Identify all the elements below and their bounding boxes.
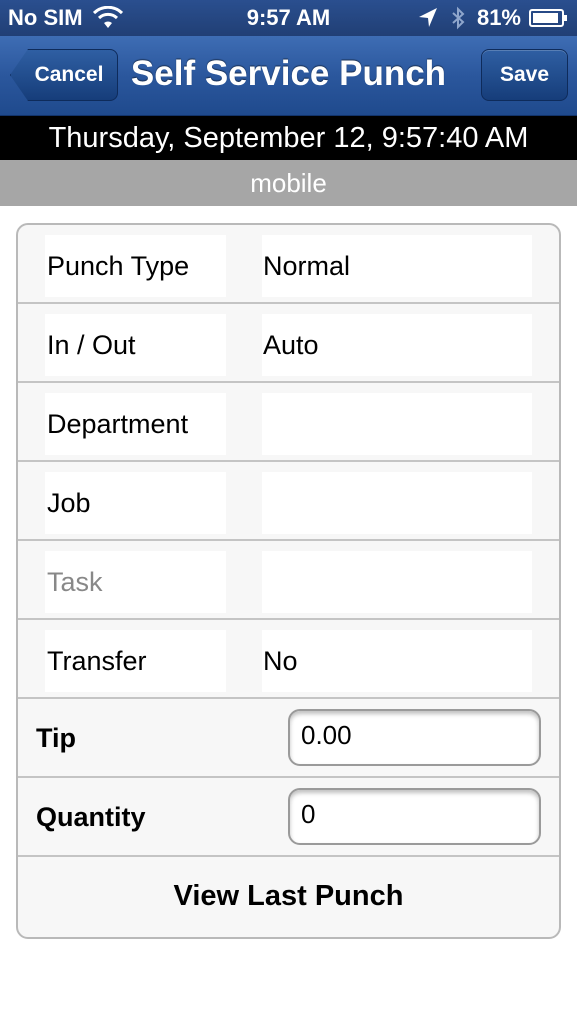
status-right: 81%	[417, 5, 569, 31]
quantity-label: Quantity	[36, 802, 146, 832]
in-out-value[interactable]: Auto	[262, 314, 532, 376]
save-button[interactable]: Save	[481, 49, 568, 101]
task-row: Task	[18, 541, 559, 620]
tip-row: Tip 0.00	[18, 699, 559, 778]
department-value[interactable]	[262, 393, 532, 455]
in-out-row[interactable]: In / Out Auto	[18, 304, 559, 383]
job-label: Job	[45, 472, 226, 534]
quantity-input[interactable]: 0	[288, 788, 541, 845]
bluetooth-icon	[452, 6, 465, 30]
date-time-banner: Thursday, September 12, 9:57:40 AM	[0, 116, 577, 160]
view-last-punch-row[interactable]: View Last Punch	[18, 857, 559, 936]
punch-type-label: Punch Type	[45, 235, 226, 297]
task-value	[262, 551, 532, 613]
location-arrow-icon	[418, 8, 437, 27]
transfer-value[interactable]: No	[262, 630, 532, 692]
source-banner: mobile	[0, 160, 577, 206]
department-row[interactable]: Department	[18, 383, 559, 462]
tip-input[interactable]: 0.00	[288, 709, 541, 766]
punch-type-value[interactable]: Normal	[262, 235, 532, 297]
in-out-label: In / Out	[45, 314, 226, 376]
view-last-punch-button[interactable]: View Last Punch	[18, 857, 559, 936]
tip-label: Tip	[36, 723, 76, 753]
battery-icon	[529, 9, 567, 27]
task-label: Task	[45, 551, 226, 613]
punch-form: Punch Type Normal In / Out Auto Departme…	[16, 223, 561, 939]
department-label: Department	[45, 393, 226, 455]
job-row[interactable]: Job	[18, 462, 559, 541]
job-value[interactable]	[262, 472, 532, 534]
transfer-row[interactable]: Transfer No	[18, 620, 559, 699]
status-bar: No SIM 9:57 AM 81%	[0, 0, 577, 36]
battery-percent: 81%	[476, 5, 521, 30]
quantity-row: Quantity 0	[18, 778, 559, 857]
transfer-label: Transfer	[45, 630, 226, 692]
navigation-bar: Cancel Self Service Punch Save	[0, 36, 577, 116]
punch-type-row[interactable]: Punch Type Normal	[18, 225, 559, 304]
